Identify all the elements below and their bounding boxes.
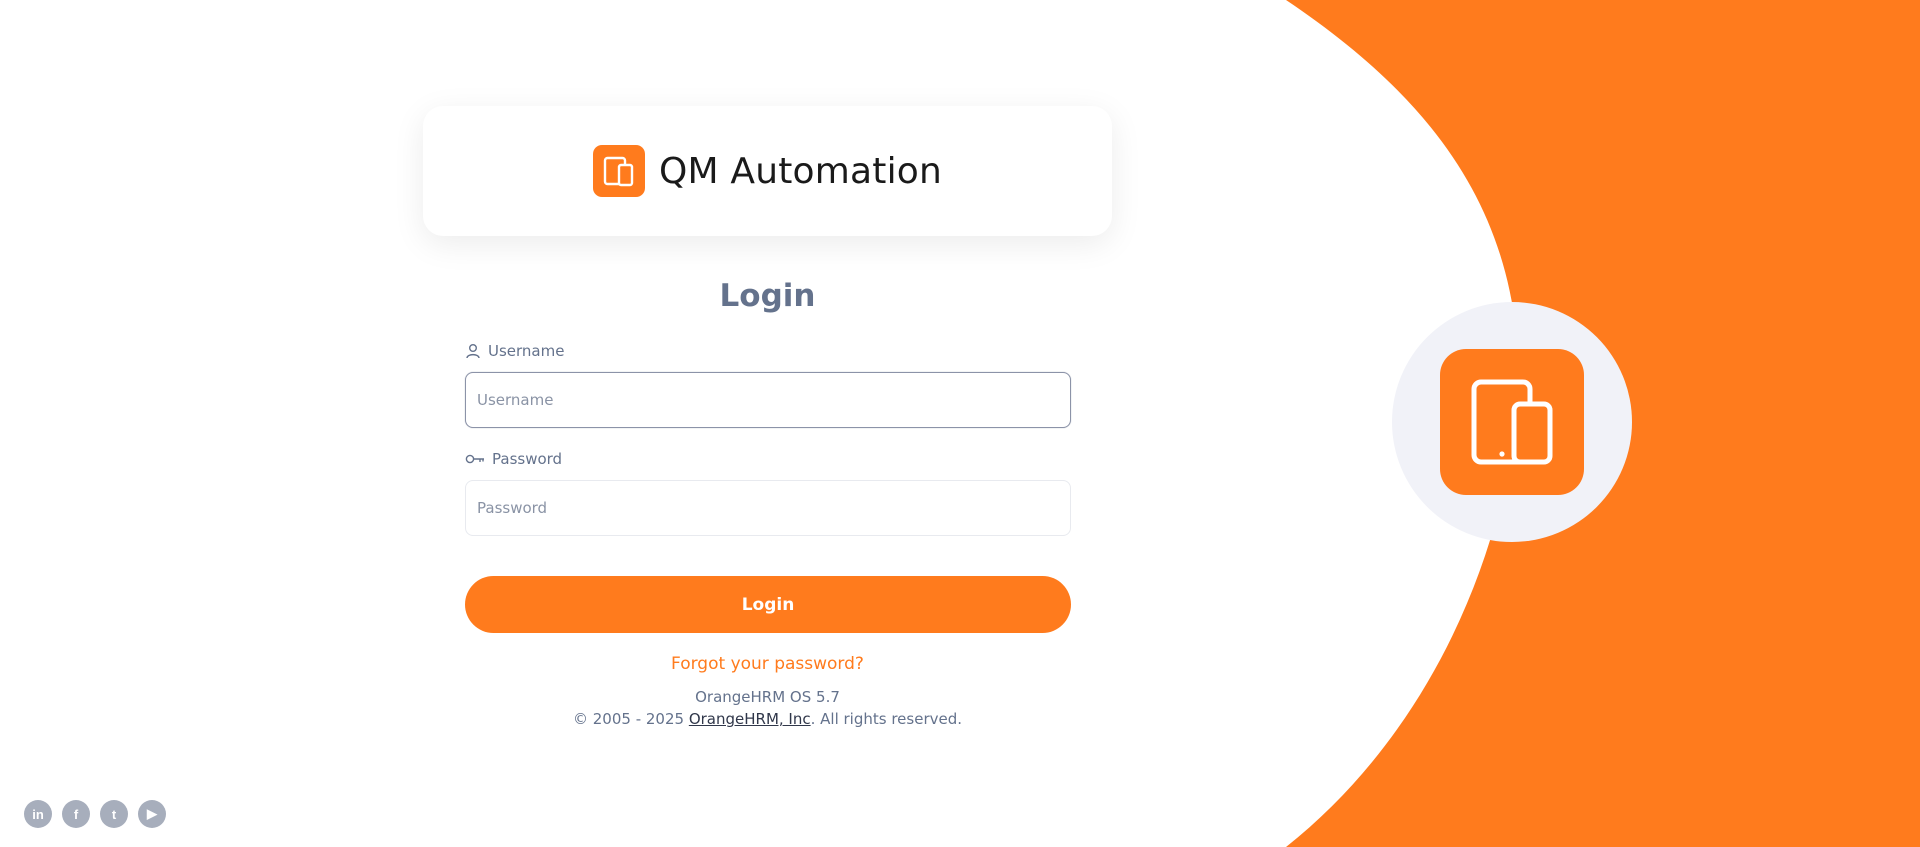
- linkedin-icon[interactable]: in: [24, 800, 52, 828]
- side-badge: [1392, 302, 1632, 542]
- login-title: Login: [719, 278, 816, 314]
- user-icon: [466, 344, 480, 359]
- company-link[interactable]: OrangeHRM, Inc: [689, 710, 811, 728]
- youtube-icon[interactable]: ▶: [138, 800, 166, 828]
- username-input[interactable]: [465, 372, 1071, 428]
- social-links: in f t ▶: [24, 800, 166, 828]
- facebook-icon[interactable]: f: [62, 800, 90, 828]
- forgot-password-link[interactable]: Forgot your password?: [671, 654, 864, 674]
- password-input[interactable]: [465, 480, 1071, 536]
- copyright-prefix: © 2005 - 2025: [572, 710, 689, 728]
- brand-name: QM Automation: [658, 150, 943, 192]
- username-label: Username: [465, 342, 564, 360]
- version-text: OrangeHRM OS 5.7: [695, 688, 840, 706]
- copyright: © 2005 - 2025 OrangeHRM, Inc. All rights…: [0, 710, 1535, 728]
- devices-icon-large: [1440, 349, 1584, 495]
- brand-card: QM Automation: [423, 106, 1112, 236]
- devices-icon: [592, 145, 645, 197]
- password-label-text: Password: [492, 450, 563, 468]
- login-button[interactable]: Login: [465, 576, 1071, 633]
- twitter-icon[interactable]: t: [100, 800, 128, 828]
- copyright-suffix: . All rights reserved.: [810, 710, 963, 728]
- key-icon: [465, 454, 484, 464]
- password-label: Password: [465, 450, 562, 468]
- forgot-password-row: Forgot your password?: [0, 654, 1535, 674]
- username-label-text: Username: [488, 342, 565, 360]
